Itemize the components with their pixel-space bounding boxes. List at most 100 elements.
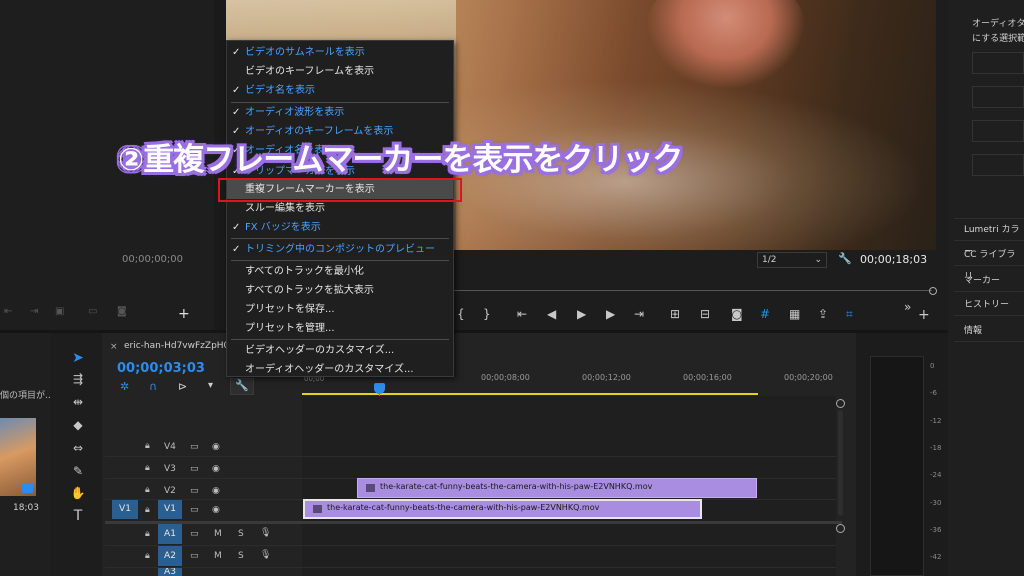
vr-icon[interactable]: ⌗: [846, 307, 853, 322]
go-to-out-icon[interactable]: ⇥: [634, 307, 644, 321]
menu-item-expand-all-tracks[interactable]: すべてのトラックを拡大表示: [227, 281, 453, 300]
pen-tool-icon[interactable]: ✎: [68, 464, 88, 484]
menu-item-show-video-keyframes[interactable]: ビデオのキーフレームを表示: [227, 62, 453, 81]
work-area-bar[interactable]: [302, 393, 758, 395]
export-icon[interactable]: ⇪: [818, 307, 828, 321]
camera-icon[interactable]: ◙: [731, 307, 743, 321]
panel-item-history[interactable]: ヒストリー: [954, 294, 1024, 316]
snap-icon[interactable]: ✲: [120, 380, 129, 393]
film-icon[interactable]: ▭: [190, 464, 199, 474]
right-panel-field-4[interactable]: [972, 154, 1024, 176]
lock-icon[interactable]: 🔒︎: [145, 551, 150, 561]
menu-item-show-fx-badges[interactable]: ✓ FX バッジを表示: [227, 218, 453, 237]
razor-tool-icon[interactable]: ◆: [68, 418, 88, 438]
add-button[interactable]: +: [178, 306, 190, 322]
export-frame-icon[interactable]: ▣: [55, 306, 64, 317]
right-panel-field-3[interactable]: [972, 120, 1024, 142]
track-a1-target[interactable]: A1: [158, 524, 182, 544]
film-icon[interactable]: ▭: [190, 551, 199, 561]
mute-button[interactable]: M: [214, 551, 222, 561]
lift-icon[interactable]: ⊞: [670, 307, 680, 321]
eye-icon[interactable]: ◉: [212, 505, 220, 515]
lock-icon[interactable]: 🔒︎: [145, 505, 150, 515]
add-icon[interactable]: +: [918, 307, 930, 323]
clip-v2[interactable]: the-karate-cat-funny-beats-the-camera-wi…: [357, 478, 757, 498]
timeline-tab-close[interactable]: ×: [110, 342, 118, 352]
extract-icon[interactable]: ⊟: [700, 307, 710, 321]
menu-item-customize-video-header[interactable]: ビデオヘッダーのカスタマイズ...: [227, 341, 453, 360]
zoom-select[interactable]: 1/2 ⌄: [757, 252, 827, 268]
clip-v1[interactable]: the-karate-cat-funny-beats-the-camera-wi…: [303, 499, 702, 519]
safe-margins-icon[interactable]: ▦: [789, 307, 800, 321]
right-panel-field-2[interactable]: [972, 86, 1024, 108]
microphone-icon[interactable]: 🎙︎: [260, 550, 271, 560]
wrench-icon[interactable]: 🔧: [838, 252, 852, 265]
lock-icon[interactable]: 🔒︎: [145, 441, 150, 451]
track-select-tool-icon[interactable]: ⇶: [68, 372, 88, 392]
menu-item-show-video-names[interactable]: ✓ ビデオ名を表示: [227, 81, 453, 100]
panel-item-cc-library[interactable]: CC ライブラリ: [954, 244, 1024, 282]
lock-icon[interactable]: 🔒︎: [145, 485, 150, 495]
clip-v2-name: the-karate-cat-funny-beats-the-camera-wi…: [380, 482, 653, 491]
panel-item-markers[interactable]: マーカー: [954, 270, 1024, 292]
selection-tool-icon[interactable]: ➤: [68, 350, 88, 370]
film-icon[interactable]: ▭: [190, 486, 199, 496]
track-a3-target[interactable]: A3: [158, 568, 182, 576]
more-icon[interactable]: »: [904, 300, 911, 314]
panel-item-info[interactable]: 情報: [954, 320, 1024, 342]
type-tool-icon[interactable]: T: [68, 508, 88, 528]
menu-item-minimize-all-tracks[interactable]: すべてのトラックを最小化: [227, 262, 453, 281]
camera2-icon[interactable]: ◙: [117, 306, 127, 317]
slip-tool-icon[interactable]: ⇔: [68, 441, 88, 461]
solo-button[interactable]: S: [238, 551, 244, 561]
separator-circle[interactable]: [836, 524, 845, 533]
menu-item-show-audio-waveform[interactable]: ✓ オーディオ波形を表示: [227, 103, 453, 122]
add-marker-icon[interactable]: ⊳: [178, 380, 187, 393]
track-a2-target[interactable]: A2: [158, 546, 182, 566]
meter-tick-label: 0: [930, 362, 935, 370]
source-patch-v1[interactable]: V1: [112, 500, 138, 519]
scrub-end-circle[interactable]: [929, 287, 937, 295]
timeline-vscrollbar[interactable]: [838, 410, 843, 516]
step-forward-icon[interactable]: ▶: [606, 307, 615, 321]
camera-icon[interactable]: ▭: [88, 306, 97, 317]
program-scrub-bar[interactable]: [454, 290, 932, 291]
mark-in-icon[interactable]: {: [457, 307, 465, 321]
step-back-icon[interactable]: ◀: [547, 307, 556, 321]
lock-icon[interactable]: 🔒︎: [145, 529, 150, 539]
checkmark-icon: ✓: [232, 85, 241, 96]
ripple-edit-tool-icon[interactable]: ⇹: [68, 395, 88, 415]
lock-icon[interactable]: 🔒︎: [145, 463, 150, 473]
right-panel-field-1[interactable]: [972, 52, 1024, 74]
eye-icon[interactable]: ◉: [212, 464, 220, 474]
grid-icon[interactable]: #: [760, 307, 770, 321]
track-v1-target[interactable]: V1: [158, 500, 182, 519]
hand-tool-icon[interactable]: ✋: [68, 486, 88, 506]
insert-icon[interactable]: ⇤: [4, 306, 12, 317]
overwrite-icon[interactable]: ⇥: [30, 306, 38, 317]
menu-item-composite-preview[interactable]: ✓ トリミング中のコンポジットのプレビュー: [227, 240, 453, 259]
ruler-scroll-circle[interactable]: [836, 399, 845, 408]
go-to-in-icon[interactable]: ⇤: [517, 307, 527, 321]
film-icon[interactable]: ▭: [190, 505, 199, 515]
panel-item-lumetri[interactable]: Lumetri カラー: [954, 219, 1024, 257]
timeline-timecode[interactable]: 00;00;03;03: [117, 361, 205, 376]
film-icon[interactable]: ▭: [190, 529, 199, 539]
film-icon[interactable]: ▭: [190, 442, 199, 452]
menu-item-customize-audio-header[interactable]: オーディオヘッダーのカスタマイズ...: [227, 360, 453, 379]
timeline-settings-wrench-icon[interactable]: 🔧: [230, 378, 254, 395]
marker-icon[interactable]: ▾: [208, 380, 213, 391]
track-separator[interactable]: [105, 521, 842, 524]
mute-button[interactable]: M: [214, 529, 222, 539]
solo-button[interactable]: S: [238, 529, 244, 539]
eye-icon[interactable]: ◉: [212, 486, 220, 496]
menu-item-show-video-thumbnails[interactable]: ✓ ビデオのサムネールを表示: [227, 43, 453, 62]
menu-item-manage-presets[interactable]: プリセットを管理...: [227, 319, 453, 338]
menu-item-save-preset[interactable]: プリセットを保存...: [227, 300, 453, 319]
eye-icon[interactable]: ◉: [212, 442, 220, 452]
mark-out-icon[interactable]: }: [483, 307, 491, 321]
checkmark-icon: ✓: [232, 222, 241, 233]
linked-selection-icon[interactable]: ∩: [149, 380, 157, 393]
play-icon[interactable]: ▶: [577, 307, 586, 321]
microphone-icon[interactable]: 🎙︎: [260, 528, 271, 538]
